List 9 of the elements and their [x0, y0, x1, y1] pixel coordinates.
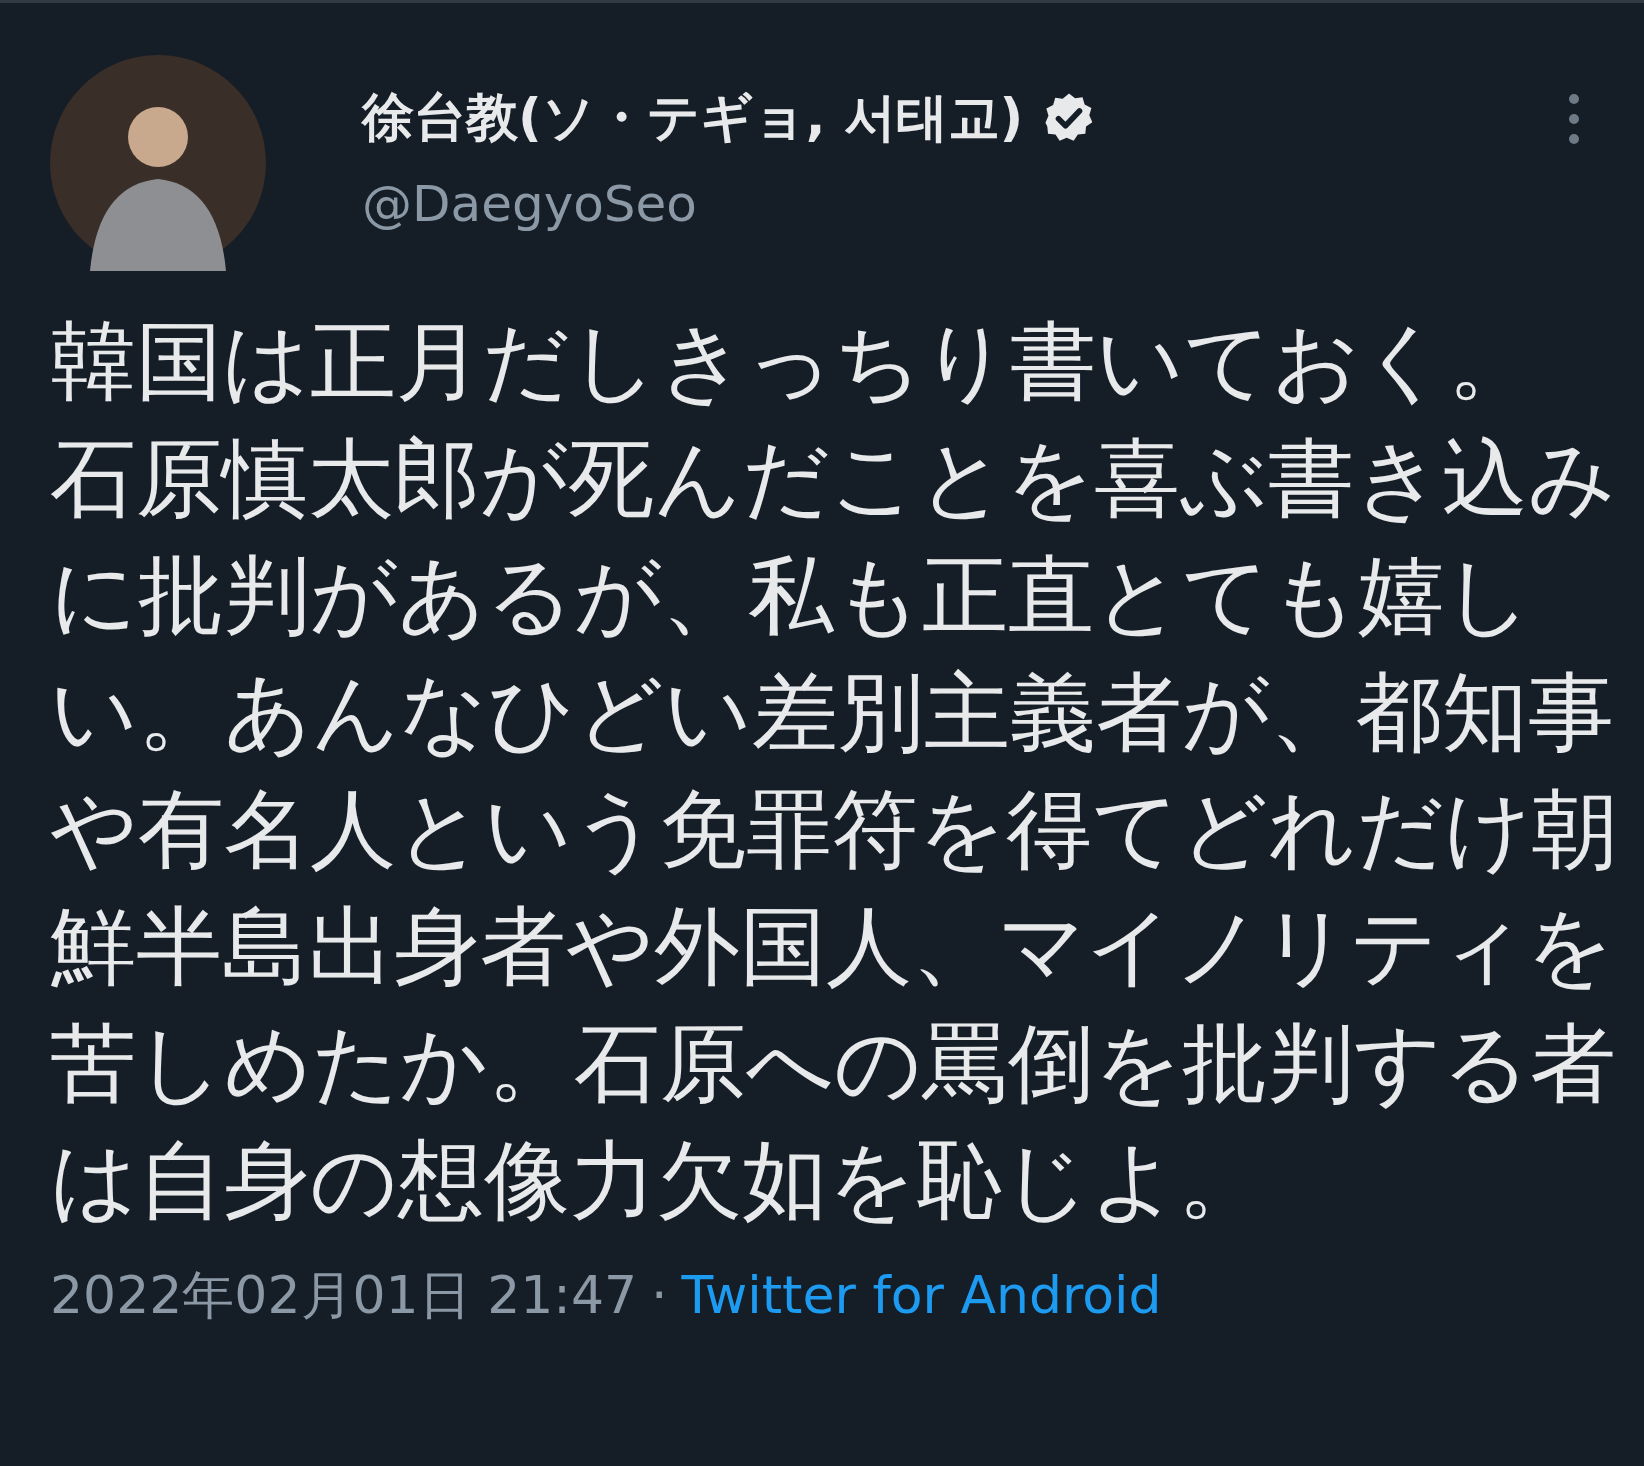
more-options-icon[interactable] [1568, 93, 1580, 145]
source-link[interactable]: Twitter for Android [681, 1265, 1162, 1325]
separator-dot: · [651, 1265, 668, 1325]
timestamp: 2022年02月01日 21:47 [50, 1264, 638, 1327]
user-handle[interactable]: @DaegyoSeo [362, 175, 1568, 233]
avatar[interactable] [50, 55, 266, 271]
tweet-text: 韓国は正月だしきっちり書いておく。 [50, 310, 1535, 413]
tweet-text: 石原慎太郎が死んだことを喜ぶ書き込みに批判があるが、私も正直とても嬉しい。あんなひどい差別主義者が、都知事や有名人という免罪符を得てどれだけ朝鮮半島出身者や外国人、マイノリティを苦しめたか。石原への罵倒を批判する者は自身の想像力欠如を恥じよ。 [50, 427, 1619, 1232]
display-name[interactable]: 徐台教(ソ・テギョ, 서태교) [362, 83, 1024, 153]
